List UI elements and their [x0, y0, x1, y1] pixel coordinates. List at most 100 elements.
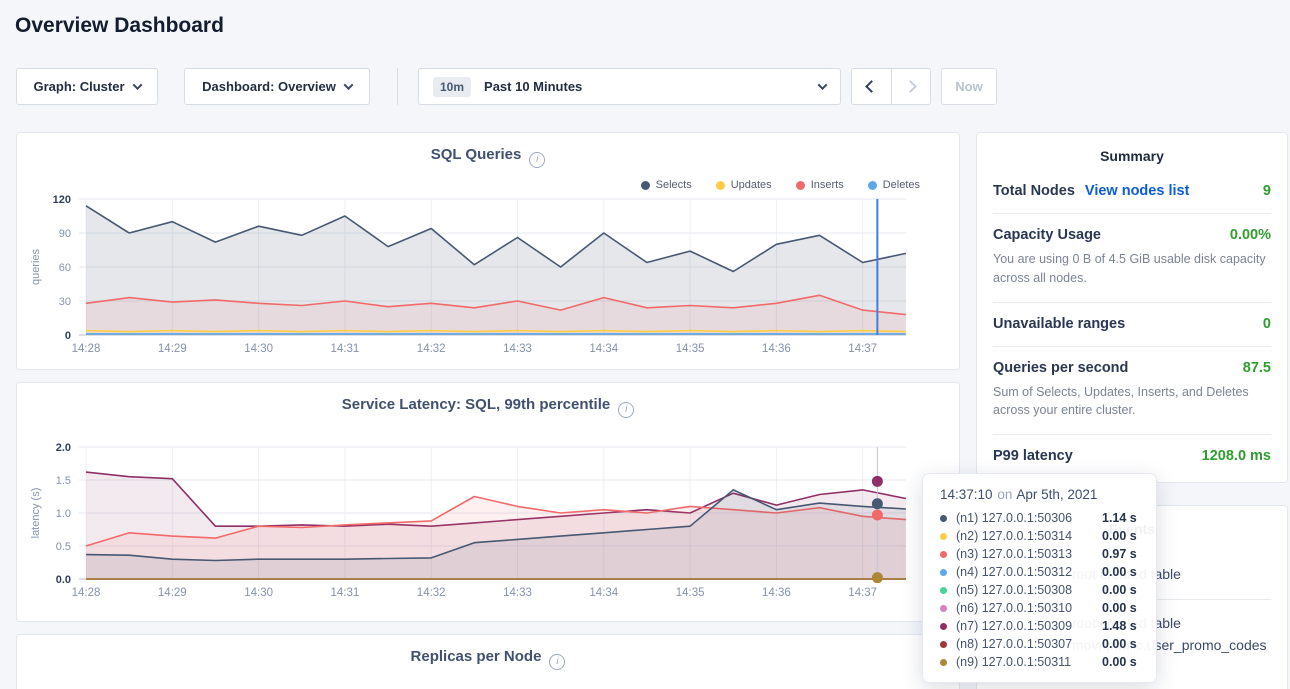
sql-queries-card: SQL Queriesi Selects Updates Inserts Del… [16, 132, 960, 370]
node-dot-icon [940, 605, 947, 612]
view-nodes-list-link[interactable]: View nodes list [1085, 183, 1190, 199]
x-tick-label: 14:37 [848, 343, 877, 355]
x-tick-label: 14:28 [72, 343, 101, 355]
capacity-description: You are using 0 B of 4.5 GiB usable disk… [993, 250, 1271, 288]
replicas-title-text: Replicas per Node [411, 648, 542, 665]
x-tick-label: 14:37 [848, 587, 877, 599]
y-tick-label: 120 [53, 194, 71, 206]
y-axis-label: latency (s) [30, 488, 42, 539]
tooltip-value: 0.00 s [1102, 655, 1137, 669]
tooltip-value: 0.00 s [1102, 565, 1137, 579]
x-tick-label: 14:33 [503, 587, 532, 599]
y-tick-label: 30 [59, 296, 71, 308]
tooltip-row: (n2) 127.0.0.1:503140.00 s [940, 527, 1144, 545]
x-tick-label: 14:31 [331, 587, 360, 599]
x-tick-label: 14:28 [72, 587, 101, 599]
total-nodes-label: Total Nodes [993, 183, 1075, 199]
time-range-label: Past 10 Minutes [484, 79, 582, 94]
node-dot-icon [940, 587, 947, 594]
x-tick-label: 14:32 [417, 343, 446, 355]
capacity-value: 0.00% [1230, 227, 1271, 243]
summary-row-capacity: Capacity Usage 0.00% You are using 0 B o… [993, 214, 1271, 303]
summary-row-total-nodes: Total Nodes View nodes list 9 [993, 170, 1271, 214]
hover-point-dot [872, 572, 883, 583]
tooltip-value: 0.00 s [1102, 601, 1137, 615]
tooltip-row: (n5) 127.0.0.1:503080.00 s [940, 581, 1144, 599]
chevron-left-icon [865, 80, 878, 93]
x-tick-label: 14:30 [244, 587, 273, 599]
time-range-badge: 10m [433, 77, 471, 97]
x-tick-label: 14:29 [158, 343, 187, 355]
dashboard-dropdown-label: Dashboard: Overview [202, 79, 336, 94]
now-button[interactable]: Now [941, 68, 997, 105]
tooltip-node: (n4) 127.0.0.1:50312 [956, 565, 1102, 579]
x-tick-label: 14:35 [676, 587, 705, 599]
toolbar-divider [397, 68, 398, 105]
summary-row-qps: Queries per second 87.5 Sum of Selects, … [993, 347, 1271, 436]
x-tick-label: 14:32 [417, 587, 446, 599]
x-tick-label: 14:36 [762, 587, 791, 599]
time-next-button[interactable] [892, 69, 931, 104]
tooltip-node: (n3) 127.0.0.1:50313 [956, 547, 1102, 561]
node-dot-icon [940, 515, 947, 522]
tooltip-node: (n9) 127.0.0.1:50311 [956, 655, 1102, 669]
p99-value: 1208.0 ms [1202, 448, 1271, 464]
unavailable-ranges-label: Unavailable ranges [993, 316, 1125, 332]
chevron-right-icon [904, 80, 917, 93]
qps-description: Sum of Selects, Updates, Inserts, and De… [993, 383, 1271, 421]
chevron-down-icon [132, 80, 142, 90]
y-axis-label: queries [30, 248, 42, 285]
tooltip-row: (n6) 127.0.0.1:503100.00 s [940, 599, 1144, 617]
time-nav-group [851, 68, 931, 105]
y-tick-label: 1.5 [56, 475, 71, 487]
x-tick-label: 14:33 [503, 343, 532, 355]
tooltip-value: 0.97 s [1102, 547, 1137, 561]
dashboard-dropdown[interactable]: Dashboard: Overview [184, 68, 370, 105]
tooltip-node: (n2) 127.0.0.1:50314 [956, 529, 1102, 543]
x-tick-label: 14:31 [331, 343, 360, 355]
replicas-title: Replicas per Node i [17, 648, 959, 670]
y-tick-label: 0.0 [56, 574, 71, 586]
tooltip-row: (n1) 127.0.0.1:503061.14 s [940, 509, 1144, 527]
tooltip-node: (n1) 127.0.0.1:50306 [956, 511, 1102, 525]
summary-panel: Summary Total Nodes View nodes list 9 Ca… [976, 132, 1288, 483]
chevron-down-icon [818, 80, 828, 90]
service-latency-chart[interactable]: 14:2814:2914:3014:3114:3214:3314:3414:35… [17, 383, 961, 623]
tooltip-row: (n7) 127.0.0.1:503091.48 s [940, 617, 1144, 635]
x-tick-label: 14:34 [589, 343, 618, 355]
x-tick-label: 14:36 [762, 343, 791, 355]
y-tick-label: 60 [59, 262, 71, 274]
qps-label: Queries per second [993, 360, 1128, 376]
p99-label: P99 latency [993, 448, 1073, 464]
series-line [86, 331, 906, 332]
node-dot-icon [940, 551, 947, 558]
unavailable-ranges-value: 0 [1263, 316, 1271, 332]
tooltip-connector: on [997, 487, 1012, 502]
hover-point-dot [872, 498, 883, 509]
tooltip-time: 14:37:10 [940, 487, 993, 502]
tooltip-header: 14:37:10 on Apr 5th, 2021 [940, 487, 1144, 502]
tooltip-value: 1.48 s [1102, 619, 1137, 633]
tooltip-value: 0.00 s [1102, 529, 1137, 543]
chevron-down-icon [343, 80, 353, 90]
time-range-dropdown[interactable]: 10m Past 10 Minutes [418, 68, 841, 105]
info-icon[interactable]: i [549, 654, 565, 670]
summary-row-p99: P99 latency 1208.0 ms [993, 435, 1271, 478]
y-tick-label: 0 [65, 330, 71, 342]
y-tick-label: 0.5 [56, 541, 71, 553]
time-prev-button[interactable] [852, 69, 892, 104]
hover-point-dot [872, 476, 883, 487]
tooltip-node: (n7) 127.0.0.1:50309 [956, 619, 1102, 633]
tooltip-value: 1.14 s [1102, 511, 1137, 525]
summary-title: Summary [977, 133, 1287, 164]
capacity-label: Capacity Usage [993, 227, 1101, 243]
x-tick-label: 14:30 [244, 343, 273, 355]
tooltip-node: (n8) 127.0.0.1:50307 [956, 637, 1102, 651]
tooltip-node: (n6) 127.0.0.1:50310 [956, 601, 1102, 615]
graph-dropdown-label: Graph: Cluster [33, 79, 124, 94]
tooltip-row: (n4) 127.0.0.1:503120.00 s [940, 563, 1144, 581]
sql-queries-chart[interactable]: 14:2814:2914:3014:3114:3214:3314:3414:35… [17, 133, 961, 371]
hover-point-dot [872, 509, 883, 520]
graph-dropdown[interactable]: Graph: Cluster [16, 68, 158, 105]
chart-hover-tooltip: 14:37:10 on Apr 5th, 2021 (n1) 127.0.0.1… [922, 473, 1157, 683]
